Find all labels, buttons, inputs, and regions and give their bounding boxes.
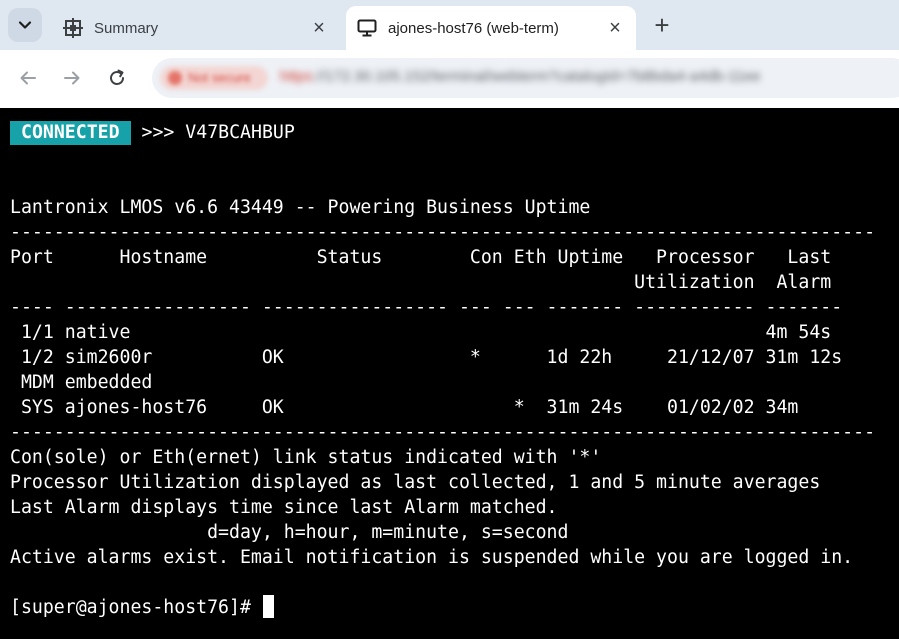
url-rest: ://172.30.105.152/terminal/webterm?catal… [312, 68, 761, 85]
terminal-line: SYS ajones-host76 OK * 31m 24s 01/02/02 … [10, 397, 799, 418]
arrow-right-icon [64, 71, 80, 85]
terminal-line: Port Hostname Status Con Eth Uptime Proc… [10, 247, 832, 268]
terminal-line: Lantronix LMOS v6.6 43449 -- Powering Bu… [10, 197, 591, 218]
command-prompt: [super@ajones-host76]# [10, 597, 262, 618]
security-chip-label: Not secure [188, 70, 251, 85]
reload-button[interactable] [101, 62, 133, 94]
tab-strip: Summary × ajones-host76 (web-term) × + [0, 0, 899, 50]
terminal-line: ---- ----------------- -----------------… [10, 297, 843, 318]
tab-title: ajones-host76 (web-term) [388, 19, 559, 37]
tab-summary[interactable]: Summary × [52, 6, 340, 50]
address-bar[interactable]: Not secure https://172.30.105.152/termin… [152, 58, 899, 98]
terminal-line: Utilization Alarm [10, 272, 832, 293]
terminal-cursor [262, 595, 274, 618]
terminal-line: Last Alarm displays time since last Alar… [10, 497, 558, 518]
close-icon[interactable]: × [308, 17, 330, 39]
terminal-line: MDM embedded [10, 372, 153, 393]
terminal[interactable]: CONNECTED >>> V47BCAHBUP Lantronix LMOS … [0, 108, 899, 639]
terminal-line: Active alarms exist. Email notification … [10, 547, 854, 568]
url-scheme: https [280, 68, 313, 85]
terminal-line: ----------------------------------------… [10, 222, 876, 243]
terminal-line: 1/2 sim2600r OK * 1d 22h 21/12/07 31m 12… [10, 347, 843, 368]
session-info: >>> V47BCAHBUP [130, 122, 295, 143]
security-chip[interactable]: Not secure [160, 66, 268, 90]
tab-search-button[interactable] [8, 8, 42, 42]
tab-title: Summary [94, 19, 159, 37]
chevron-down-icon [18, 21, 32, 29]
url-text: https://172.30.105.152/terminal/webterm?… [280, 68, 761, 85]
terminal-line: d=day, h=hour, m=minute, s=second [10, 522, 569, 543]
forward-button[interactable] [56, 62, 88, 94]
terminal-line: ----------------------------------------… [10, 422, 876, 443]
terminal-line: 1/1 native 4m 54s [10, 322, 832, 343]
reload-icon [110, 69, 124, 85]
terminal-line: Con(sole) or Eth(ernet) link status indi… [10, 447, 602, 468]
tab-web-term[interactable]: ajones-host76 (web-term) × [346, 6, 636, 50]
browser-toolbar: Not secure https://172.30.105.152/termin… [0, 50, 899, 108]
terminal-header-line: CONNECTED >>> V47BCAHBUP [10, 120, 295, 145]
terminal-line: Processor Utilization displayed as last … [10, 472, 821, 493]
command-prompt-line[interactable]: [super@ajones-host76]# [10, 595, 274, 620]
connection-status-badge: CONNECTED [10, 121, 131, 145]
new-tab-button[interactable]: + [648, 10, 676, 40]
arrow-left-icon [20, 71, 36, 85]
warning-icon [168, 71, 182, 85]
close-icon[interactable]: × [604, 17, 626, 39]
back-button[interactable] [12, 62, 44, 94]
lantronix-logo-icon [62, 17, 84, 39]
monitor-icon [356, 17, 378, 39]
